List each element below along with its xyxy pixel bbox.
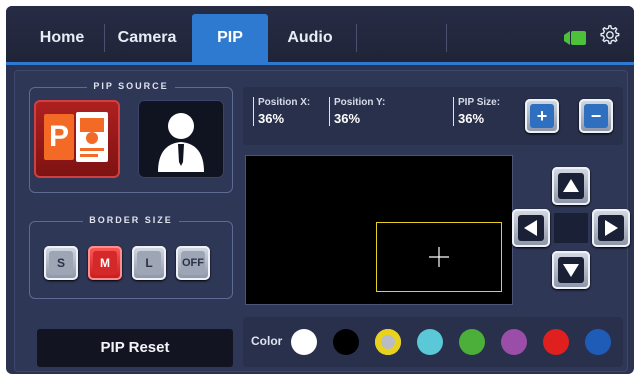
plus-icon: + [530, 104, 554, 128]
border-medium-button[interactable]: M [88, 246, 122, 280]
border-off-button[interactable]: OFF [176, 246, 210, 280]
color-label: Color [251, 334, 283, 348]
color-swatch-purple[interactable] [501, 329, 527, 355]
position-y-readout: Position Y: 36% [329, 97, 385, 126]
pip-reset-button[interactable]: PIP Reset [37, 329, 233, 367]
camera-icon[interactable] [564, 31, 586, 45]
move-up-button[interactable] [552, 167, 590, 205]
border-large-button[interactable]: L [132, 246, 166, 280]
powerpoint-icon: P [44, 112, 108, 162]
color-selector: Color [243, 317, 623, 367]
color-swatch-red[interactable] [543, 329, 569, 355]
pip-settings-window: Home Camera PIP Audio PIP SOURCE P BORDE… [6, 6, 634, 374]
pip-main-panel: PIP SOURCE P BORDER SIZE S M L OFF Posit… [14, 70, 630, 372]
ppt-source-button[interactable]: P [34, 100, 120, 178]
color-swatch-cyan[interactable] [417, 329, 443, 355]
tab-camera[interactable]: Camera [108, 14, 186, 62]
move-down-button[interactable] [552, 251, 590, 289]
tab-audio[interactable]: Audio [270, 14, 350, 62]
top-nav-bar: Home Camera PIP Audio [6, 6, 634, 62]
gear-icon[interactable] [598, 24, 620, 46]
border-size-group: BORDER SIZE S M L OFF [29, 215, 233, 299]
pip-window-frame[interactable] [376, 222, 502, 292]
presenter-icon [158, 113, 204, 172]
position-panel: Position X: 36% Position Y: 36% PIP Size… [243, 87, 623, 145]
active-tab-underline [6, 62, 634, 65]
color-swatch-white[interactable] [291, 329, 317, 355]
color-swatch-yellow[interactable] [375, 329, 401, 355]
tab-pip[interactable]: PIP [192, 14, 268, 62]
crosshair-icon [429, 247, 449, 267]
minus-icon: − [584, 104, 608, 128]
tab-divider [446, 24, 447, 52]
pip-source-title: PIP SOURCE [87, 81, 175, 91]
pip-preview[interactable] [245, 155, 513, 305]
tab-home[interactable]: Home [24, 14, 100, 62]
pip-size-readout: PIP Size: 36% [453, 97, 500, 126]
svg-text:P: P [49, 120, 69, 153]
color-swatch-green[interactable] [459, 329, 485, 355]
tab-divider [104, 24, 105, 52]
border-size-title: BORDER SIZE [83, 215, 179, 225]
color-swatch-black[interactable] [333, 329, 359, 355]
move-right-button[interactable] [592, 209, 630, 247]
move-left-button[interactable] [512, 209, 550, 247]
size-decrease-button[interactable]: − [579, 99, 613, 133]
color-swatch-blue[interactable] [585, 329, 611, 355]
arrow-up-icon [558, 173, 584, 199]
pip-source-group: PIP SOURCE P [29, 81, 233, 193]
size-increase-button[interactable]: + [525, 99, 559, 133]
border-small-button[interactable]: S [44, 246, 78, 280]
presenter-source-button[interactable] [138, 100, 224, 178]
arrow-right-icon [598, 215, 624, 241]
arrow-left-icon [518, 215, 544, 241]
position-x-readout: Position X: 36% [253, 97, 310, 126]
dpad-center [554, 213, 588, 243]
tab-divider [356, 24, 357, 52]
arrow-down-icon [558, 257, 584, 283]
